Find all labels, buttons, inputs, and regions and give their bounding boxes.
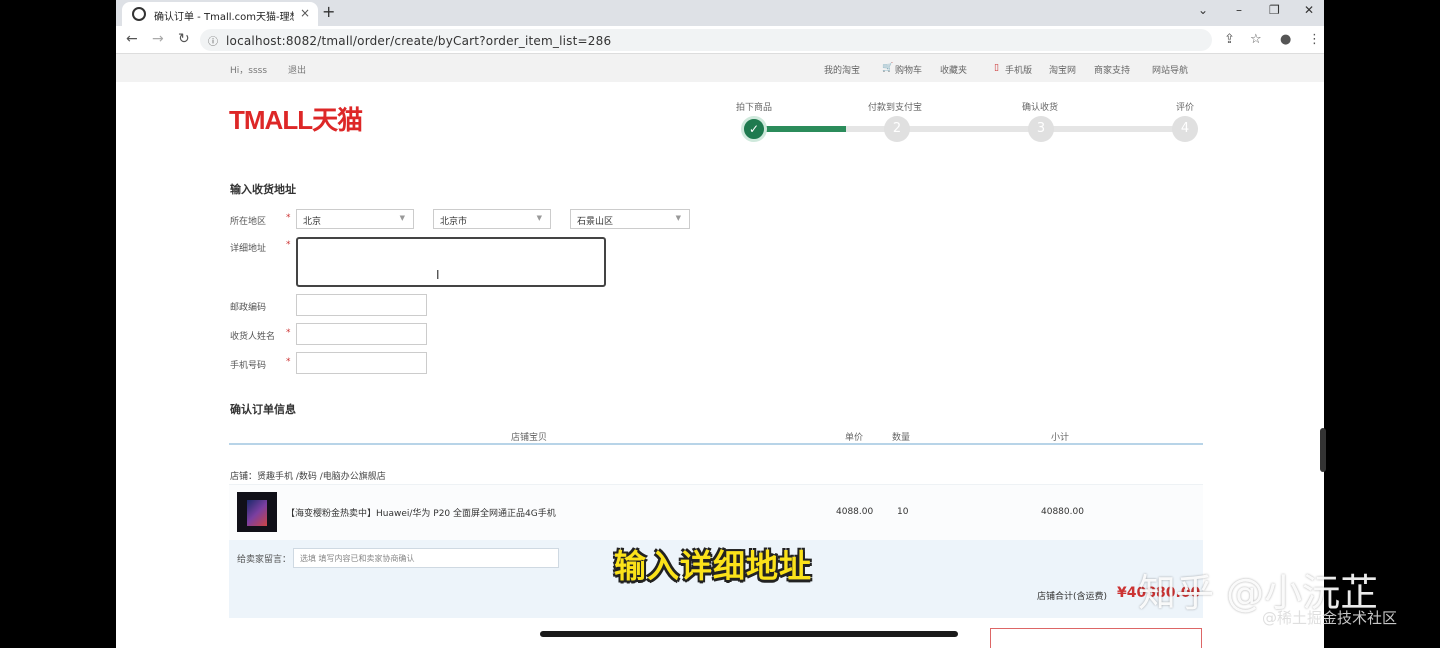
step-number-4: 4 <box>1172 116 1198 142</box>
juejin-watermark: @稀土掘金技术社区 <box>1262 609 1398 627</box>
menu-icon[interactable]: ⋮ <box>1308 32 1321 47</box>
col-header-subtotal: 小计 <box>1051 433 1070 443</box>
postcode-input[interactable] <box>296 294 427 316</box>
table-row: 【海变樱粉金热卖中】Huawei/华为 P20 全面屏全网通正品4G手机 408… <box>229 484 1203 540</box>
nav-link-mobile[interactable]: 手机版 <box>1005 63 1032 76</box>
nav-link-merchant[interactable]: 商家支持 <box>1094 63 1130 76</box>
address-section-title: 输入收货地址 <box>230 183 296 196</box>
phone-input[interactable] <box>296 352 427 374</box>
required-mark: * <box>286 240 291 250</box>
home-indicator <box>540 631 958 637</box>
step-label-3: 确认收货 <box>1022 103 1059 113</box>
seller-message-input[interactable]: 选填 填写内容已和卖家协商确认 <box>293 548 559 568</box>
step-label-4: 评价 <box>1176 103 1195 113</box>
submit-area-box <box>990 628 1202 648</box>
step-number-2: 2 <box>884 116 910 142</box>
province-select[interactable]: 北京 ▼ <box>296 209 414 229</box>
district-value: 石景山区 <box>577 217 614 227</box>
profile-icon[interactable]: ● <box>1280 32 1291 47</box>
close-window-button[interactable]: ✕ <box>1304 3 1314 17</box>
receiver-name-input[interactable] <box>296 323 427 345</box>
postcode-label: 邮政编码 <box>230 303 267 313</box>
message-label: 给卖家留言： <box>237 555 292 565</box>
step-label-1: 拍下商品 <box>736 103 773 113</box>
detail-address-label: 详细地址 <box>230 244 267 254</box>
unit-price: 4088.00 <box>836 507 874 517</box>
city-select[interactable]: 北京市 ▼ <box>433 209 551 229</box>
col-header-price: 单价 <box>845 433 864 443</box>
logout-link[interactable]: 退出 <box>288 63 306 76</box>
share-icon[interactable]: ⇪ <box>1224 32 1235 47</box>
tab-title: 确认订单 - Tmall.com天猫-理想 <box>154 12 294 23</box>
phone-icon: ▯ <box>994 63 999 73</box>
order-progress: 拍下商品 付款到支付宝 确认收货 评价 ✓ 2 3 4 <box>736 96 1216 146</box>
cart-icon[interactable]: 🛒 <box>882 63 893 73</box>
minimize-button[interactable]: – <box>1236 3 1242 17</box>
nav-link-taobao[interactable]: 淘宝网 <box>1049 63 1076 76</box>
quantity-value: 10 <box>897 507 909 517</box>
site-top-bar: Hi，ssss 退出 我的淘宝 🛒 购物车 收藏夹 ▯ 手机版 淘宝网 商家支持… <box>116 54 1324 82</box>
chevron-down-icon: ▼ <box>399 214 405 222</box>
required-mark: * <box>286 328 291 338</box>
tmall-logo[interactable]: TMALL天猫 <box>229 100 363 137</box>
tab-search-icon[interactable]: ⌄ <box>1198 3 1208 17</box>
order-section-title: 确认订单信息 <box>230 403 296 416</box>
required-mark: * <box>286 357 291 367</box>
nav-link-sitemap[interactable]: 网站导航 <box>1152 63 1188 76</box>
order-table-header: 店铺宝贝 单价 数量 小计 <box>229 428 1203 445</box>
required-mark: * <box>286 213 291 223</box>
nav-link-my-taobao[interactable]: 我的淘宝 <box>824 63 860 76</box>
detail-address-textarea[interactable] <box>296 237 606 287</box>
product-name[interactable]: 【海变樱粉金热卖中】Huawei/华为 P20 全面屏全网通正品4G手机 <box>286 506 556 519</box>
close-tab-icon[interactable]: × <box>300 6 310 20</box>
progress-track-done <box>758 126 846 132</box>
subtotal-value: 40880.00 <box>1041 507 1084 517</box>
reload-icon[interactable]: ↻ <box>178 31 190 47</box>
check-icon: ✓ <box>741 116 767 142</box>
city-value: 北京市 <box>440 217 468 227</box>
district-select[interactable]: 石景山区 ▼ <box>570 209 690 229</box>
col-header-item: 店铺宝贝 <box>511 433 548 443</box>
text-cursor-icon: I <box>436 268 440 282</box>
star-icon[interactable]: ☆ <box>1250 32 1262 47</box>
forward-arrow-icon[interactable]: → <box>152 31 164 47</box>
side-handle <box>1320 428 1326 472</box>
browser-tab[interactable]: 确认订单 - Tmall.com天猫-理想 × <box>122 2 318 26</box>
greeting-text: Hi，ssss <box>230 66 268 76</box>
maximize-button[interactable]: ❐ <box>1269 3 1280 17</box>
globe-icon <box>132 7 146 21</box>
nav-link-cart[interactable]: 购物车 <box>895 63 922 76</box>
receiver-label: 收货人姓名 <box>230 332 276 342</box>
video-caption: 输入详细地址 <box>614 547 813 585</box>
nav-link-favorites[interactable]: 收藏夹 <box>940 63 967 76</box>
chevron-down-icon: ▼ <box>536 214 542 222</box>
product-image[interactable] <box>237 492 277 532</box>
shop-name[interactable]: 店铺：贤趣手机 /数码 /电脑办公旗舰店 <box>230 469 386 482</box>
url-text: localhost:8082/tmall/order/create/byCart… <box>226 34 612 48</box>
tab-bar: 确认订单 - Tmall.com天猫-理想 × + ⌄ – ❐ ✕ <box>116 0 1324 26</box>
url-field[interactable]: ⓘ localhost:8082/tmall/order/create/byCa… <box>200 29 1212 51</box>
new-tab-button[interactable]: + <box>322 2 335 21</box>
phone-label: 手机号码 <box>230 361 267 371</box>
back-arrow-icon[interactable]: ← <box>126 31 138 47</box>
chevron-down-icon: ▼ <box>675 214 681 222</box>
region-label: 所在地区 <box>230 217 267 227</box>
province-value: 北京 <box>303 217 322 227</box>
col-header-quantity: 数量 <box>892 433 911 443</box>
address-bar-row: ← → ↻ ⓘ localhost:8082/tmall/order/creat… <box>116 26 1324 54</box>
site-info-icon[interactable]: ⓘ <box>208 33 218 48</box>
step-label-2: 付款到支付宝 <box>868 103 923 113</box>
shop-total-label: 店铺合计(含运费) <box>1037 592 1108 602</box>
step-number-3: 3 <box>1028 116 1054 142</box>
